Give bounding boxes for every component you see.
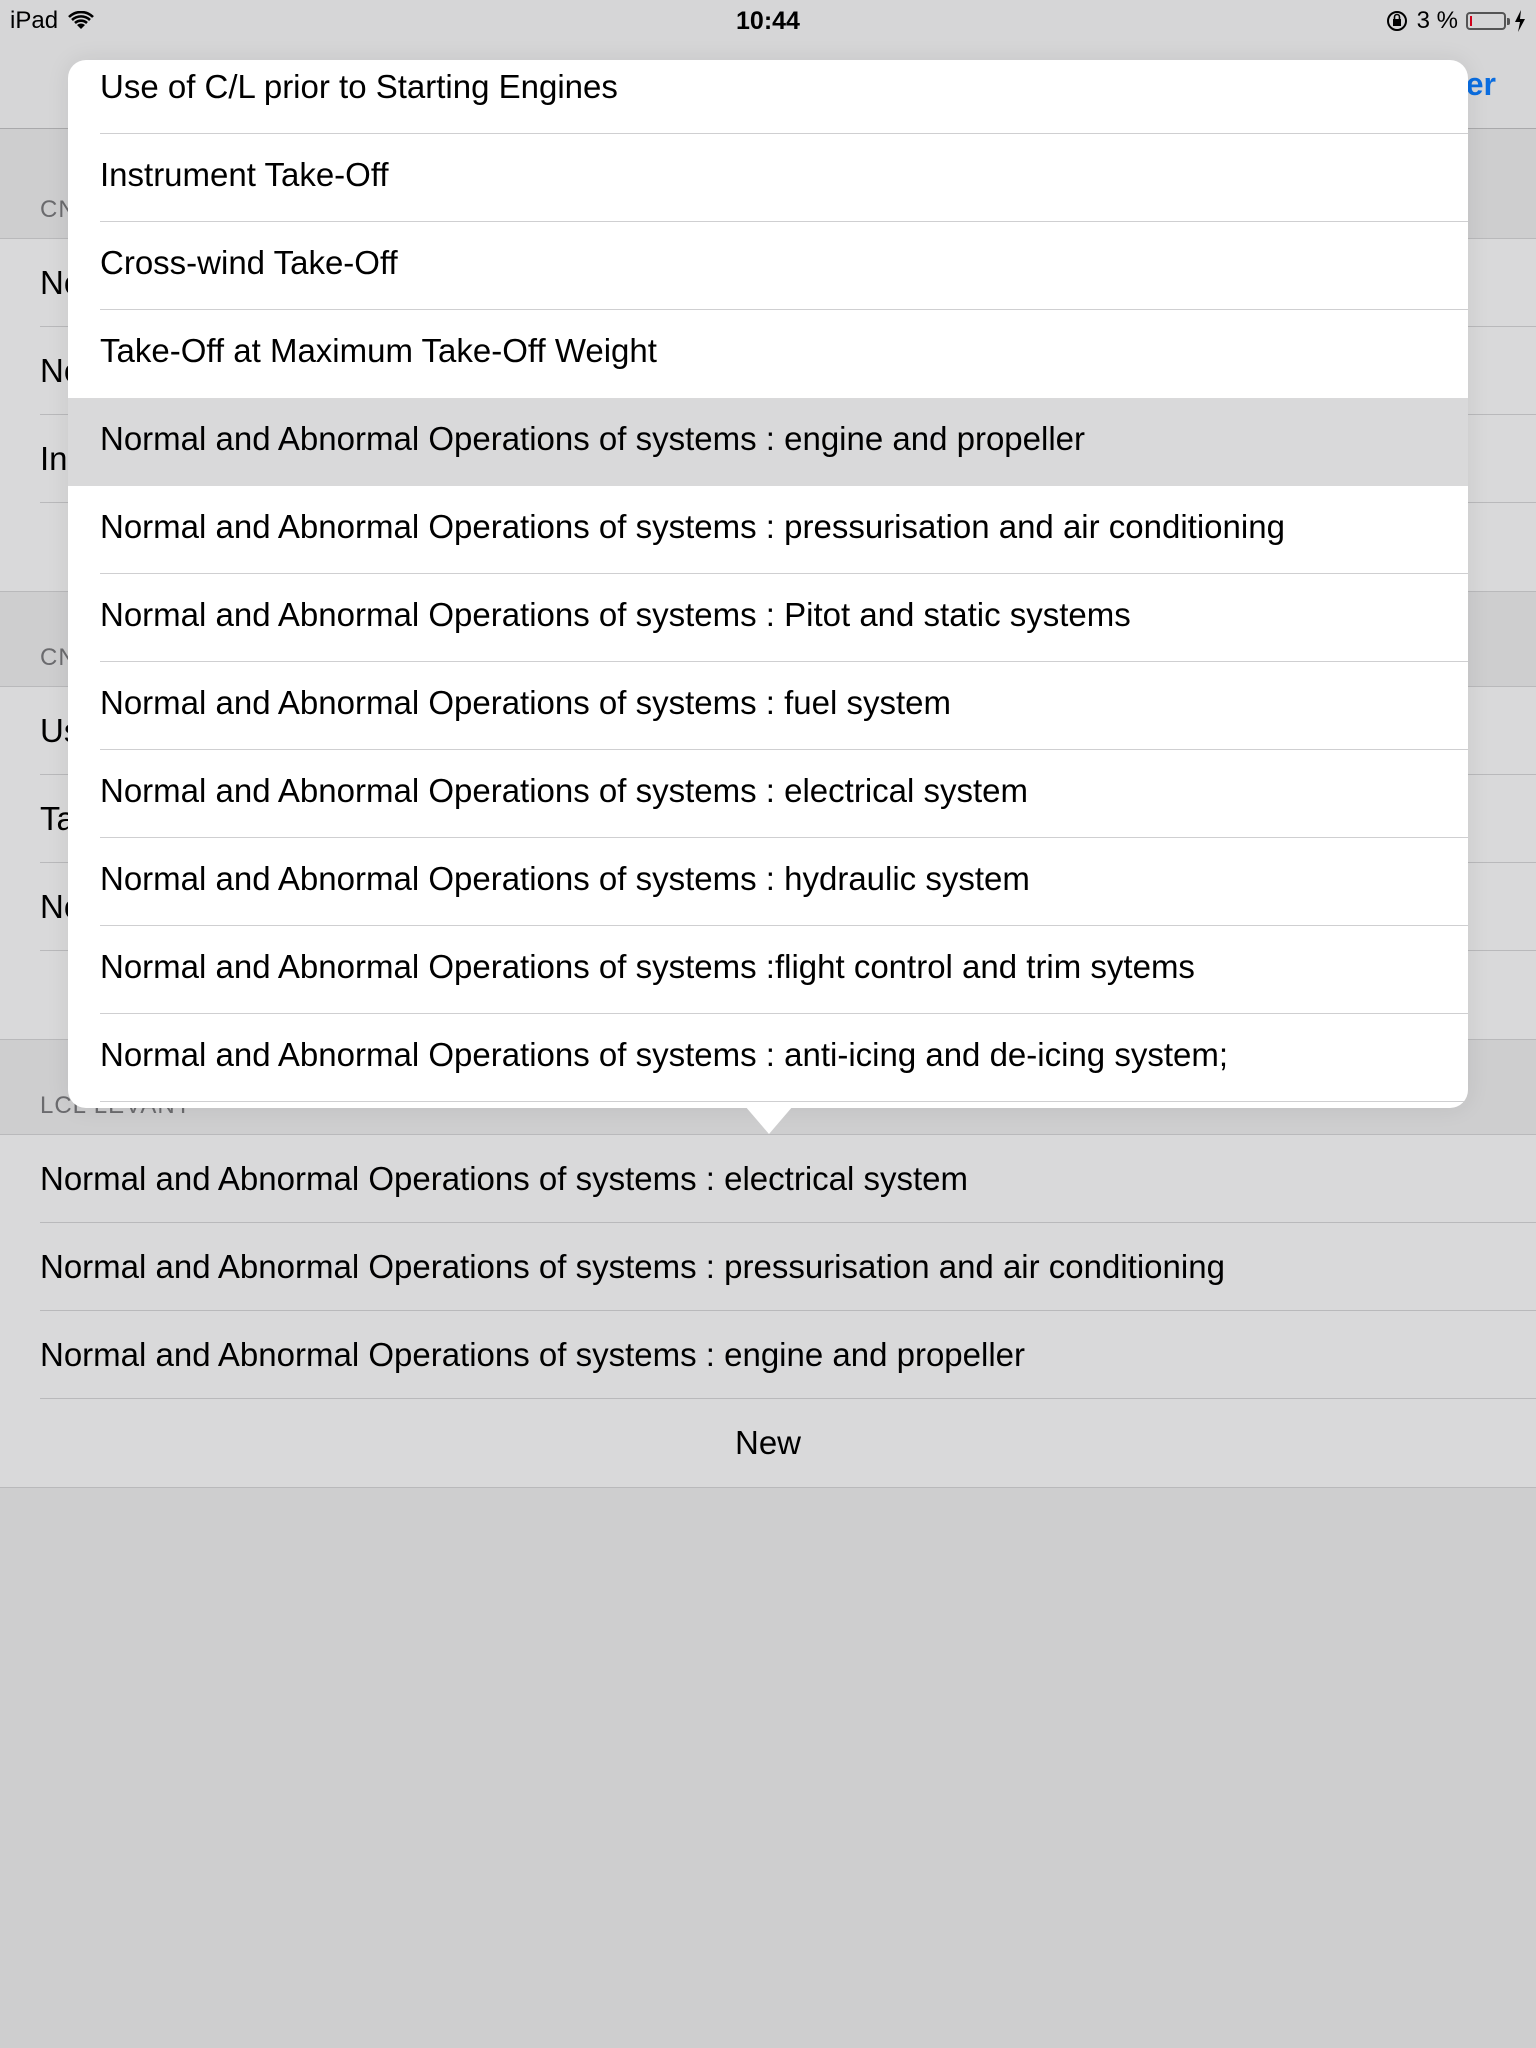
popover-option[interactable]: Normal and Abnormal Operations of system… <box>68 838 1468 926</box>
list-item-label: Normal and Abnormal Operations of system… <box>40 1336 1026 1373</box>
battery-percent: 3 % <box>1416 7 1458 34</box>
popover-option-label: Normal and Abnormal Operations of system… <box>100 420 1086 457</box>
background-group-3: Normal and Abnormal Operations of system… <box>0 1134 1536 1488</box>
popover-option[interactable]: Use of C/L prior to Starting Engines <box>68 60 1468 134</box>
rotation-lock-icon <box>1386 11 1407 31</box>
battery-level-fill <box>1470 16 1472 26</box>
popover-option[interactable]: Instrument Take-Off <box>68 134 1468 222</box>
popover-option[interactable]: Normal and Abnormal Operations of system… <box>68 574 1468 662</box>
popover-option[interactable]: Normal and Abnormal Operations of system… <box>68 750 1468 838</box>
popover-option[interactable]: Normal and Abnormal Operations of system… <box>68 662 1468 750</box>
new-button[interactable]: New <box>0 1399 1536 1487</box>
list-item-label: In <box>40 440 68 477</box>
popover-option[interactable]: Normal and Abnormal Operations of system… <box>68 398 1468 486</box>
popover-option-label: Instrument Take-Off <box>100 156 389 193</box>
popover-option-label: Normal and Abnormal Operations of system… <box>100 948 1195 985</box>
status-time: 10:44 <box>736 7 800 35</box>
battery-icon <box>1466 12 1510 30</box>
list-item[interactable]: Normal and Abnormal Operations of system… <box>40 1223 1536 1311</box>
popover-separator <box>100 1101 1468 1102</box>
selection-popover: Use of C/L prior to Starting Engines Inst… <box>68 60 1468 1108</box>
popover-option[interactable]: Take-Off at Maximum Take-Off Weight <box>68 310 1468 398</box>
popover-option[interactable]: Normal and Abnormal Operations of system… <box>68 1014 1468 1102</box>
popover-option-label: Take-Off at Maximum Take-Off Weight <box>100 332 657 369</box>
status-bar: iPad 10:44 3 % <box>0 0 1536 42</box>
popover-option-label: Normal and Abnormal Operations of system… <box>100 860 1030 897</box>
popover-option-label: Normal and Abnormal Operations of system… <box>100 508 1285 545</box>
list-item-label: Normal and Abnormal Operations of system… <box>40 1160 969 1197</box>
list-item-label: Normal and Abnormal Operations of system… <box>40 1248 1225 1285</box>
popover-option-label: Normal and Abnormal Operations of system… <box>100 596 1131 633</box>
popover-option-label: Use of C/L prior to Starting Engines <box>100 68 618 105</box>
charging-bolt-icon <box>1515 10 1525 32</box>
popover-option-label: Cross-wind Take-Off <box>100 244 398 281</box>
popover-option-label: Normal and Abnormal Operations of system… <box>100 772 1029 809</box>
list-item[interactable]: Normal and Abnormal Operations of system… <box>40 1135 1536 1223</box>
popover-option[interactable]: Normal and Abnormal Operations of system… <box>68 486 1468 574</box>
popover-arrow <box>745 1106 793 1134</box>
list-item[interactable]: Normal and Abnormal Operations of system… <box>40 1311 1536 1399</box>
popover-option-label: Normal and Abnormal Operations of system… <box>100 1036 1228 1073</box>
popover-option[interactable]: Cross-wind Take-Off <box>68 222 1468 310</box>
status-right: 3 % <box>1385 7 1526 35</box>
popover-option-label: Normal and Abnormal Operations of system… <box>100 684 952 721</box>
popover-option[interactable]: Normal and Abnormal Operations of system… <box>68 926 1468 1014</box>
nav-right-button[interactable]: er <box>1466 66 1496 103</box>
